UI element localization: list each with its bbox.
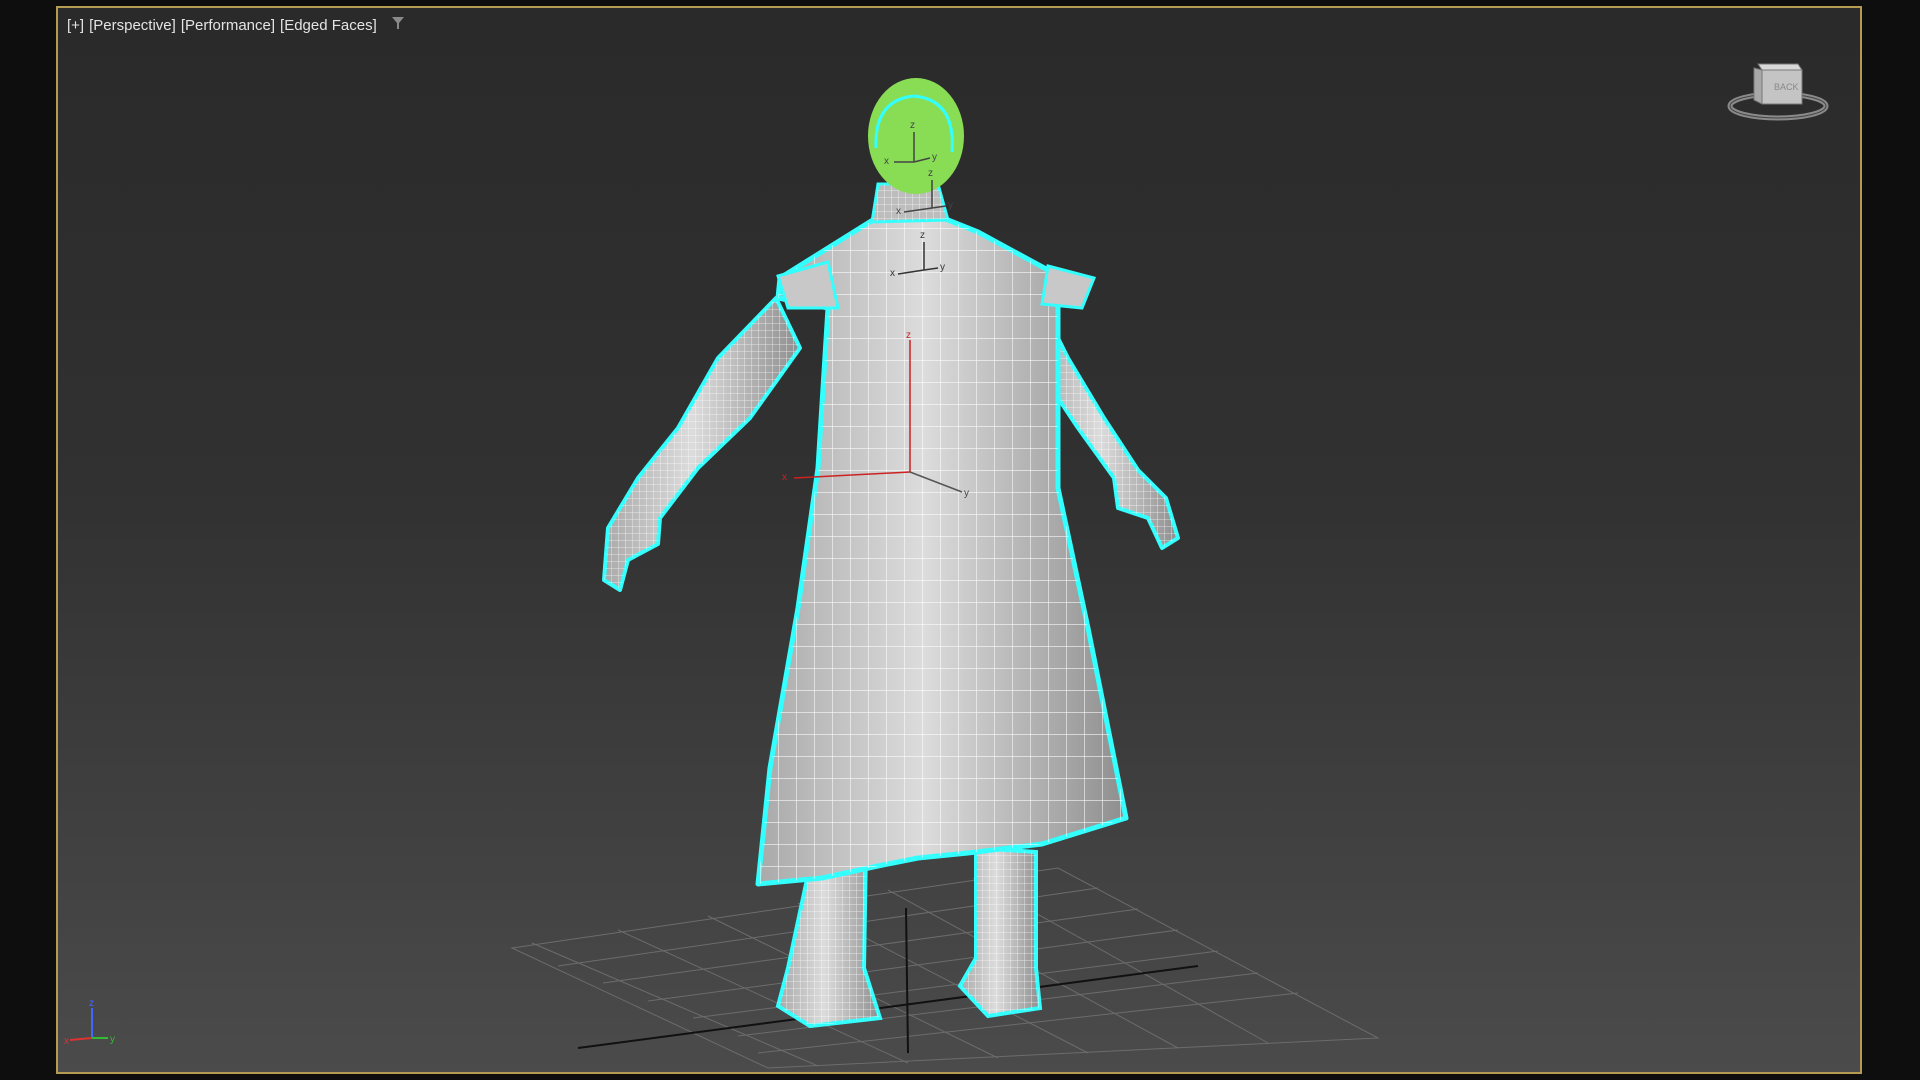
svg-text:x: x	[782, 472, 787, 483]
scene-canvas[interactable]: z x y z x y z x y z x y	[58, 8, 1860, 1072]
svg-text:z: z	[928, 168, 933, 179]
coat-mesh	[755, 213, 1129, 887]
ground-grid	[510, 867, 1380, 1069]
svg-text:y: y	[110, 1034, 115, 1045]
viewcube-face-label[interactable]: BACK	[1774, 82, 1799, 92]
viewport-performance-menu[interactable]: [Performance]	[180, 17, 276, 34]
svg-text:x: x	[890, 268, 895, 279]
viewcube-top-face[interactable]	[1757, 63, 1803, 71]
filter-funnel-icon[interactable]	[391, 16, 405, 34]
svg-text:y: y	[964, 488, 969, 499]
head-mesh[interactable]	[868, 78, 964, 194]
viewcube[interactable]: BACK	[1726, 56, 1836, 126]
svg-text:y: y	[948, 200, 953, 211]
viewport-shading-menu[interactable]: [Edged Faces]	[279, 17, 378, 34]
svg-text:z: z	[89, 998, 94, 1009]
svg-text:y: y	[940, 262, 945, 273]
svg-text:x: x	[896, 206, 901, 217]
svg-text:y: y	[932, 152, 937, 163]
viewport-label-bar: [+] [Perspective] [Performance] [Edged F…	[66, 16, 405, 34]
perspective-viewport[interactable]: z x y z x y z x y z x y [+] [Perspective…	[56, 6, 1862, 1074]
svg-text:x: x	[884, 156, 889, 167]
world-axis-tripod: z x y	[62, 996, 122, 1056]
viewport-point-of-view-menu[interactable]: [Perspective]	[88, 17, 177, 34]
svg-text:z: z	[910, 120, 915, 131]
svg-text:x: x	[64, 1036, 69, 1047]
svg-text:z: z	[906, 330, 911, 341]
svg-text:z: z	[920, 230, 925, 241]
viewport-general-menu[interactable]: [+]	[66, 17, 85, 34]
